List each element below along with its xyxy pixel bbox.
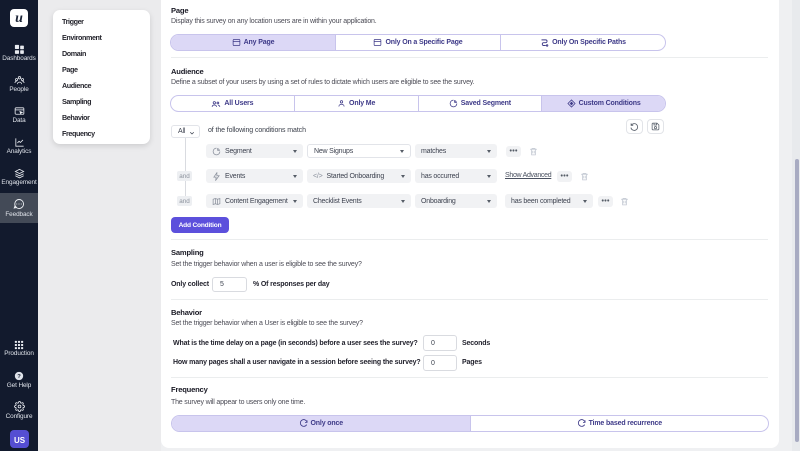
svg-text:?: ? — [17, 374, 21, 380]
